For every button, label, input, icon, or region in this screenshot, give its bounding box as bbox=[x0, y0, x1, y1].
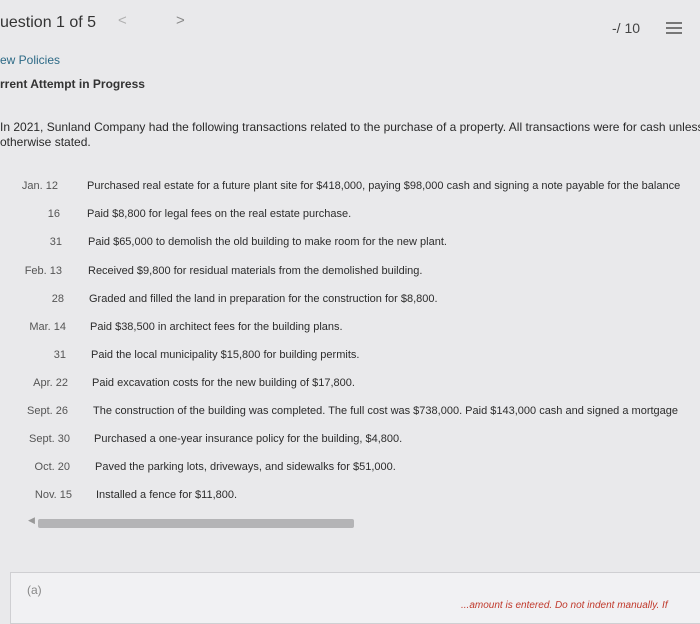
transaction-date: 31 bbox=[49, 236, 62, 248]
transaction-row: Sept. 26 The construction of the building… bbox=[0, 405, 700, 421]
transaction-description: Graded and filled the land in preparatio… bbox=[89, 293, 438, 305]
transaction-row: Sept. 30 Purchased a one-year insurance p… bbox=[0, 433, 700, 449]
transaction-date: 28 bbox=[51, 293, 64, 305]
scroll-thumb[interactable] bbox=[38, 519, 354, 528]
transaction-description: Paid $8,800 for legal fees on the real e… bbox=[87, 208, 352, 220]
transaction-date: Mar. 14 bbox=[29, 321, 66, 333]
transaction-description: Received $9,800 for residual materials f… bbox=[88, 265, 423, 277]
part-label: (a) bbox=[27, 583, 42, 597]
transaction-row: Feb. 13 Received $9,800 for residual mate… bbox=[0, 265, 700, 281]
transaction-date: Nov. 15 bbox=[34, 489, 72, 501]
transaction-date: Sept. 26 bbox=[27, 405, 68, 417]
transaction-row: 31 Paid the local municipality $15,800 fo… bbox=[0, 349, 700, 365]
transaction-date: Oct. 20 bbox=[34, 461, 70, 473]
view-policies-link[interactable]: ew Policies bbox=[0, 53, 60, 67]
transaction-row: Mar. 14 Paid $38,500 in architect fees fo… bbox=[0, 321, 700, 337]
transaction-date: Jan. 12 bbox=[21, 180, 58, 192]
transaction-description: Paid $65,000 to demolish the old buildin… bbox=[88, 236, 447, 248]
transaction-date: Apr. 22 bbox=[33, 377, 68, 389]
next-question-button[interactable]: > bbox=[176, 12, 185, 29]
transaction-date: Feb. 13 bbox=[24, 265, 62, 277]
transaction-description: Paved the parking lots, driveways, and s… bbox=[95, 461, 396, 473]
problem-intro-line-2: otherwise stated. bbox=[0, 135, 91, 149]
question-header: uestion 1 of 5 < > -/ 10 bbox=[0, 0, 700, 56]
problem-intro: In 2021, Sunland Company had the followi… bbox=[0, 120, 700, 150]
transaction-row: 31 Paid $65,000 to demolish the old build… bbox=[0, 236, 700, 252]
instruction-note: ...amount is entered. Do not indent manu… bbox=[461, 600, 668, 611]
transaction-date: 31 bbox=[53, 349, 66, 361]
transaction-description: Paid the local municipality $15,800 for … bbox=[91, 349, 360, 361]
transaction-row: Oct. 20 Paved the parking lots, driveways… bbox=[0, 461, 700, 477]
scroll-left-icon[interactable]: ◀ bbox=[28, 515, 35, 526]
transaction-row: 28 Graded and filled the land in preparat… bbox=[0, 293, 700, 309]
transaction-row: 16 Paid $8,800 for legal fees on the real… bbox=[0, 208, 700, 224]
transaction-description: The construction of the building was com… bbox=[93, 405, 679, 417]
problem-intro-line-1: In 2021, Sunland Company had the followi… bbox=[0, 120, 700, 134]
horizontal-scrollbar[interactable]: ◀ bbox=[28, 515, 700, 529]
transaction-description: Installed a fence for $11,800. bbox=[96, 489, 238, 501]
previous-question-button[interactable]: < bbox=[118, 12, 127, 29]
transaction-description: Paid excavation costs for the new buildi… bbox=[92, 377, 355, 389]
transaction-description: Purchased real estate for a future plant… bbox=[87, 180, 681, 192]
part-a-panel: (a) ...amount is entered. Do not indent … bbox=[10, 572, 700, 624]
list-icon[interactable] bbox=[666, 22, 682, 36]
question-title: uestion 1 of 5 bbox=[0, 14, 97, 31]
transaction-description: Purchased a one-year insurance policy fo… bbox=[94, 433, 403, 445]
transaction-date: Sept. 30 bbox=[29, 433, 70, 445]
transaction-row: Apr. 22 Paid excavation costs for the new… bbox=[0, 377, 700, 393]
transaction-description: Paid $38,500 in architect fees for the b… bbox=[90, 321, 343, 333]
score-display: -/ 10 bbox=[612, 20, 641, 36]
transaction-row: Jan. 12 Purchased real estate for a futur… bbox=[0, 180, 700, 196]
transaction-row: Nov. 15 Installed a fence for $11,800. bbox=[0, 489, 700, 505]
attempt-status: rrent Attempt in Progress bbox=[0, 77, 145, 91]
transaction-date: 16 bbox=[47, 208, 60, 220]
